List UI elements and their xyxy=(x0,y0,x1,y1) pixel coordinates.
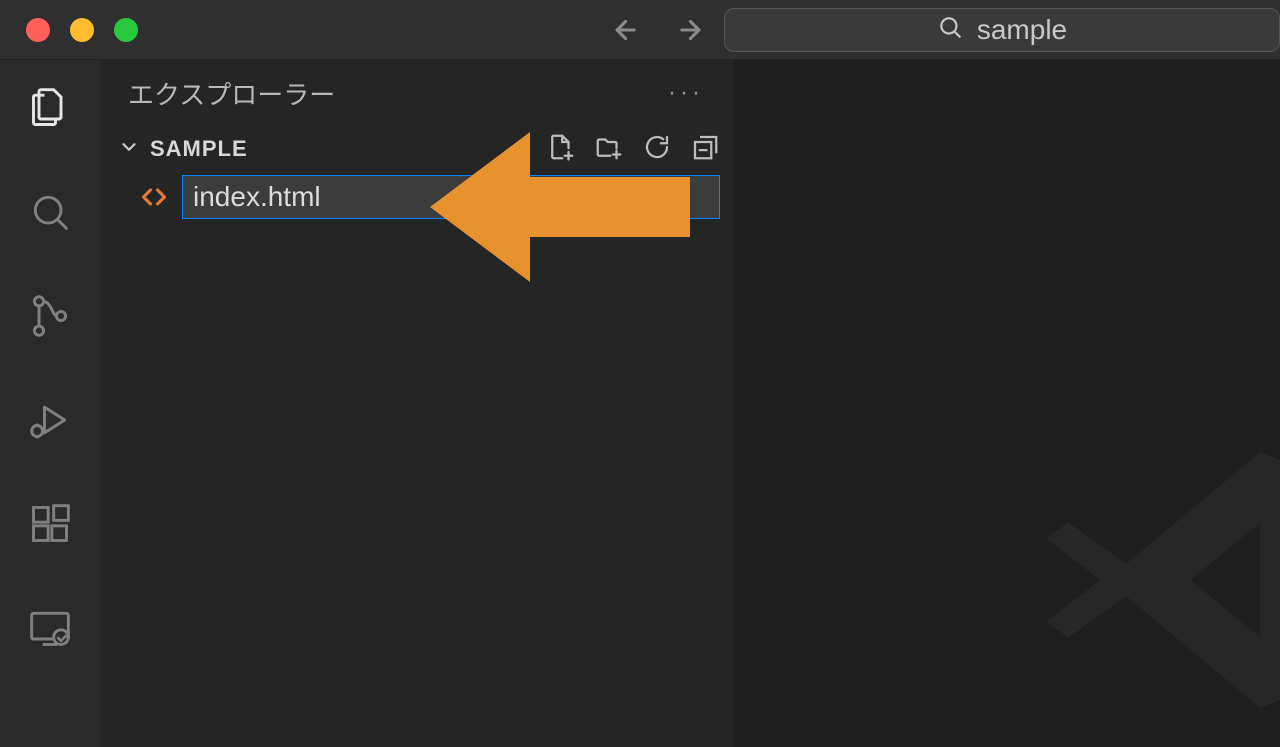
window-controls xyxy=(0,18,138,42)
nav-forward-button[interactable] xyxy=(672,13,706,47)
editor-area xyxy=(734,60,1280,747)
chevron-down-icon xyxy=(118,136,140,163)
collapse-all-button[interactable] xyxy=(690,132,720,167)
command-center[interactable]: sample xyxy=(724,8,1280,52)
new-folder-button[interactable] xyxy=(594,132,624,167)
maximize-window-button[interactable] xyxy=(114,18,138,42)
search-icon xyxy=(937,14,963,47)
folder-actions xyxy=(546,132,720,167)
activity-extensions[interactable] xyxy=(26,500,74,548)
folder-header[interactable]: SAMPLE xyxy=(100,126,734,172)
activity-search[interactable] xyxy=(26,188,74,236)
titlebar: sample xyxy=(0,0,1280,60)
sidebar-title: エクスプローラー xyxy=(128,75,335,112)
activity-bar xyxy=(0,60,100,747)
new-file-row xyxy=(100,172,734,222)
sidebar-explorer: エクスプローラー ··· SAMPLE xyxy=(100,60,734,747)
new-file-button[interactable] xyxy=(546,132,576,167)
sidebar-more-button[interactable]: ··· xyxy=(668,79,704,107)
activity-source-control[interactable] xyxy=(26,292,74,340)
activity-remote[interactable] xyxy=(26,604,74,652)
nav-history xyxy=(610,13,706,47)
close-window-button[interactable] xyxy=(26,18,50,42)
vscode-watermark-icon xyxy=(1030,420,1280,740)
minimize-window-button[interactable] xyxy=(70,18,94,42)
search-text: sample xyxy=(977,14,1067,46)
html-file-icon xyxy=(140,183,168,211)
folder-name: SAMPLE xyxy=(150,136,248,162)
file-name-input[interactable] xyxy=(182,175,720,219)
refresh-button[interactable] xyxy=(642,132,672,167)
nav-back-button[interactable] xyxy=(610,13,644,47)
activity-explorer[interactable] xyxy=(26,84,74,132)
activity-run-debug[interactable] xyxy=(26,396,74,444)
